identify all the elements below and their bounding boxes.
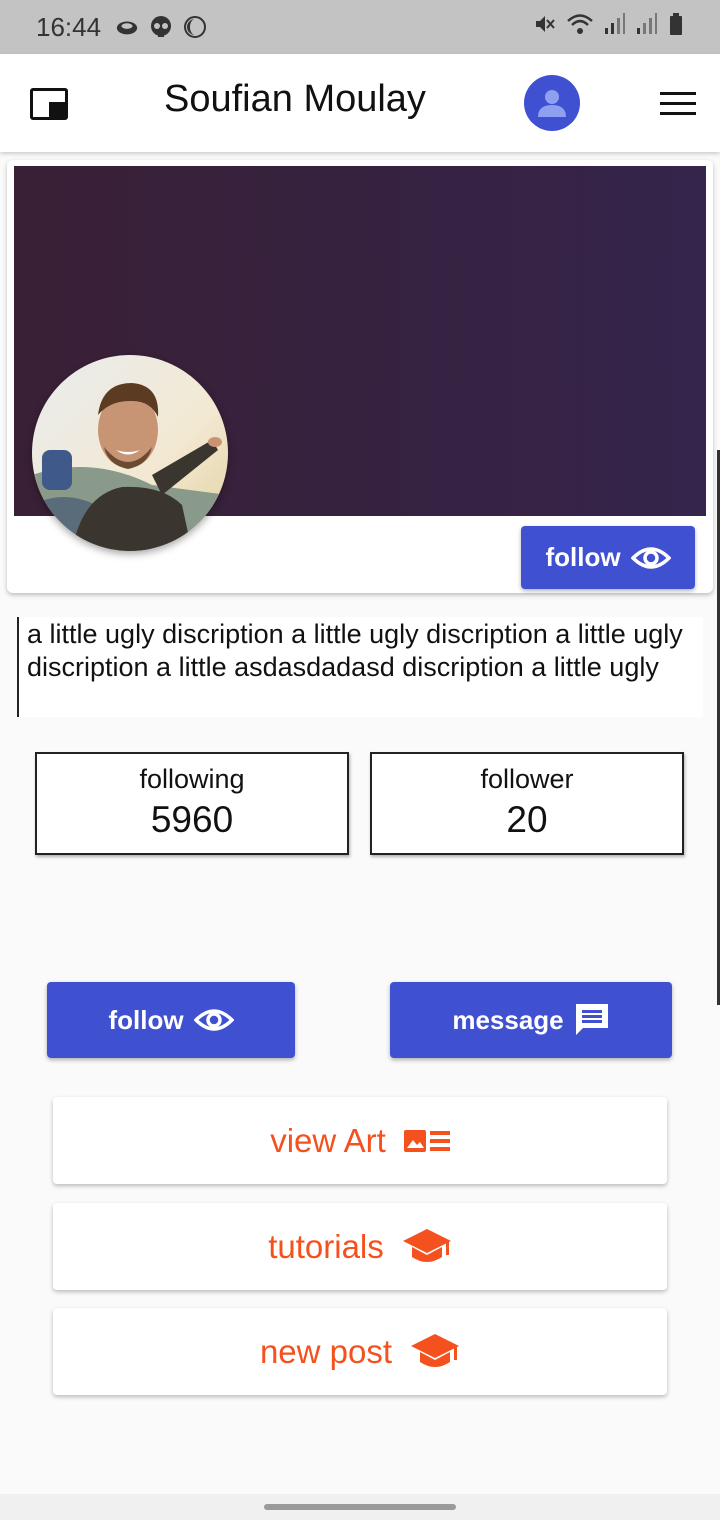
follower-count: 20 bbox=[506, 799, 548, 840]
message-label: message bbox=[452, 1004, 564, 1035]
picture-in-picture-icon[interactable] bbox=[30, 88, 68, 120]
following-label: following bbox=[139, 764, 245, 794]
gallery-icon bbox=[403, 1129, 450, 1152]
view-art-label: view Art bbox=[270, 1121, 386, 1159]
graduation-cap-icon bbox=[411, 1333, 460, 1367]
moon-icon bbox=[183, 15, 207, 39]
eye-icon bbox=[630, 546, 671, 569]
follow-button-label: follow bbox=[545, 542, 621, 572]
status-time: 16:44 bbox=[36, 11, 102, 42]
following-count: 5960 bbox=[150, 799, 234, 840]
status-right bbox=[532, 12, 684, 43]
status-bar: 16:44 bbox=[0, 0, 720, 54]
home-gesture-handle[interactable] bbox=[264, 1504, 456, 1510]
profile-description: a little ugly discription a little ugly … bbox=[17, 617, 703, 717]
app-bar: Soufian Moulay bbox=[0, 54, 720, 152]
navigation-bar bbox=[0, 1494, 720, 1520]
chat-icon bbox=[575, 1004, 608, 1035]
wifi-icon bbox=[566, 12, 594, 43]
following-stat[interactable]: following 5960 bbox=[35, 752, 349, 855]
view-art-button[interactable]: view Art bbox=[53, 1097, 667, 1184]
profile-card: follow bbox=[7, 160, 713, 593]
signal-icon bbox=[636, 12, 658, 43]
message-button[interactable]: message bbox=[390, 982, 672, 1058]
follower-stat[interactable]: follower 20 bbox=[370, 752, 684, 855]
battery-icon bbox=[668, 12, 684, 43]
skull-icon bbox=[149, 15, 173, 39]
tutorials-button[interactable]: tutorials bbox=[53, 1203, 667, 1290]
new-post-button[interactable]: new post bbox=[53, 1308, 667, 1395]
follow-label: follow bbox=[108, 1004, 184, 1035]
card-follow-button[interactable]: follow bbox=[521, 526, 695, 589]
hamburger-menu-icon[interactable] bbox=[660, 92, 696, 116]
new-post-label: new post bbox=[259, 1332, 393, 1370]
profile-photo bbox=[32, 355, 228, 551]
mute-icon bbox=[532, 12, 556, 43]
user-icon bbox=[538, 90, 566, 117]
follow-button[interactable]: follow bbox=[47, 982, 295, 1058]
page-title: Soufian Moulay bbox=[164, 78, 426, 120]
eye-icon bbox=[193, 1009, 234, 1031]
graduation-cap-icon bbox=[402, 1228, 451, 1262]
tutorials-label: tutorials bbox=[268, 1227, 384, 1265]
cloud-icon bbox=[115, 15, 139, 39]
follower-label: follower bbox=[480, 764, 574, 794]
user-avatar-button[interactable] bbox=[524, 75, 580, 131]
signal-icon bbox=[604, 12, 626, 43]
